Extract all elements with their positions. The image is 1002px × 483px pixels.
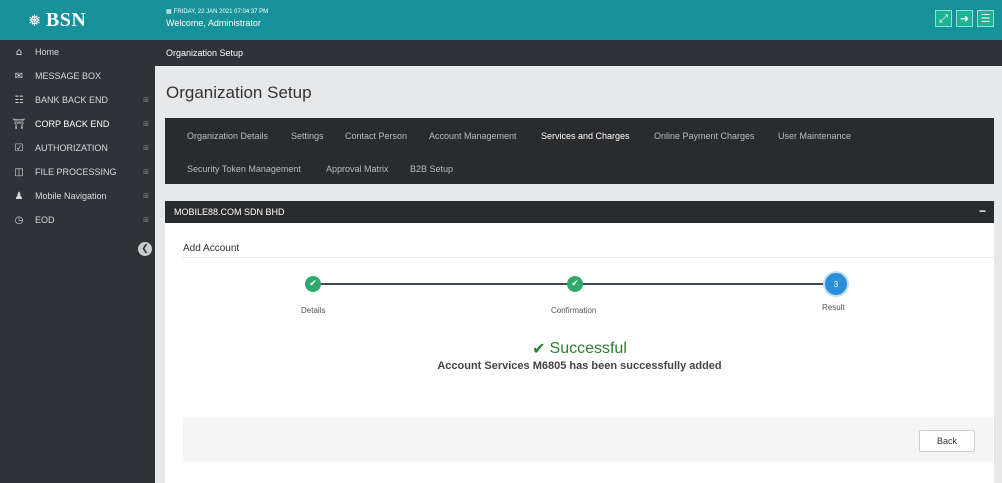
tab-account-management[interactable]: Account Management xyxy=(429,131,517,141)
success-title: Successful xyxy=(549,339,627,357)
step-label-confirmation: Confirmation xyxy=(551,306,597,315)
top-info: ▦ FRIDAY, 22 JAN 2021 07:04:37 PM Welcome… xyxy=(166,8,268,29)
step-result-indicator: 3 xyxy=(823,271,849,297)
tab-bar: Organization Details Settings Contact Pe… xyxy=(165,118,994,184)
check-icon: ✔ xyxy=(532,339,546,358)
tab-user-maintenance[interactable]: User Maintenance xyxy=(778,131,851,141)
panel-header: MOBILE88.COM SDN BHD − xyxy=(165,201,994,223)
sidebar-item-eod[interactable]: ◷ EOD ⊞ xyxy=(0,208,155,232)
step-confirmation-check-icon: ✔ xyxy=(567,276,583,292)
section-title: Add Account xyxy=(183,243,240,254)
sidebar-item-label: CORP BACK END xyxy=(35,119,110,129)
sidebar-item-message-box[interactable]: ✉ MESSAGE BOX xyxy=(0,64,155,88)
home-icon: ⌂ xyxy=(15,46,23,58)
expand-plus-icon[interactable]: ⊞ xyxy=(143,216,149,224)
tab-security-token-management[interactable]: Security Token Management xyxy=(187,164,301,174)
sidebar-item-bank-back-end[interactable]: ☷ BANK BACK END ⊞ xyxy=(0,88,155,112)
users-icon: ♟ xyxy=(14,190,24,202)
expand-icon[interactable]: ⤢ xyxy=(935,10,952,27)
tab-b2b-setup[interactable]: B2B Setup xyxy=(410,164,453,174)
sidebar-item-label: FILE PROCESSING xyxy=(35,167,117,177)
tab-approval-matrix[interactable]: Approval Matrix xyxy=(326,164,389,174)
sidebar-item-label: Home xyxy=(35,47,60,57)
clock-icon: ◷ xyxy=(14,214,24,226)
sidebar-item-label: EOD xyxy=(35,215,55,225)
menu-icon[interactable]: ☰ xyxy=(977,10,994,27)
company-name: MOBILE88.COM SDN BHD xyxy=(174,207,285,217)
sidebar-item-label: AUTHORIZATION xyxy=(35,143,108,153)
sidebar-item-file-processing[interactable]: ◫ FILE PROCESSING ⊞ xyxy=(0,160,155,184)
expand-plus-icon[interactable]: ⊞ xyxy=(143,96,149,104)
tab-settings[interactable]: Settings xyxy=(291,131,324,141)
collapse-panel-icon[interactable]: − xyxy=(979,204,986,218)
sidebar-item-label: MESSAGE BOX xyxy=(35,71,102,81)
date-text: FRIDAY, 22 JAN 2021 07:04:37 PM xyxy=(173,9,269,15)
sidebar: ⌂ Home ✉ MESSAGE BOX ☷ BANK BACK END ⊞ ⛩… xyxy=(0,40,155,483)
step-label-details: Details xyxy=(301,306,326,315)
sidebar-collapse-icon[interactable]: ❮ xyxy=(138,242,152,256)
top-icons: ⤢ ➜ ☰ xyxy=(935,10,994,27)
section-divider xyxy=(183,257,993,258)
sidebar-item-mobile-navigation[interactable]: ♟ Mobile Navigation ⊞ xyxy=(0,184,155,208)
sidebar-item-authorization[interactable]: ☑ AUTHORIZATION ⊞ xyxy=(0,136,155,160)
expand-plus-icon[interactable]: ⊞ xyxy=(143,192,149,200)
tab-contact-person[interactable]: Contact Person xyxy=(345,131,407,141)
sidebar-item-home[interactable]: ⌂ Home xyxy=(0,40,155,64)
panel-body: Add Account ✔ ✔ 3 Details Confirmation R… xyxy=(165,223,994,483)
calendar-icon: ▦ xyxy=(166,9,172,15)
success-message-block: ✔ Successful Account Services M6805 has … xyxy=(165,339,994,372)
page-title: Organization Setup xyxy=(166,83,312,102)
logo-text: BSN xyxy=(45,8,87,31)
success-heading: ✔ Successful xyxy=(532,339,627,358)
date-line: ▦ FRIDAY, 22 JAN 2021 07:04:37 PM xyxy=(166,8,268,16)
checkbox-icon: ☑ xyxy=(14,142,24,154)
bsn-logo-icon: ❅ xyxy=(28,10,42,30)
folder-open-icon: ◫ xyxy=(14,166,24,178)
bank-icon: ⛩ xyxy=(12,118,26,130)
main-content: Organization Setup Organization Details … xyxy=(155,66,1002,483)
logout-icon[interactable]: ➜ xyxy=(956,10,973,27)
expand-plus-icon[interactable]: ⊞ xyxy=(143,144,149,152)
step-label-result: Result xyxy=(822,303,845,312)
bsn-logo[interactable]: ❅ BSN xyxy=(0,0,155,40)
sidebar-item-label: BANK BACK END xyxy=(35,95,109,105)
welcome-text: Welcome, Administrator xyxy=(166,18,261,28)
expand-plus-icon[interactable]: ⊞ xyxy=(143,120,149,128)
form-footer: Back xyxy=(183,418,993,462)
top-bar: ❅ BSN ▦ FRIDAY, 22 JAN 2021 07:04:37 PM W… xyxy=(0,0,1002,40)
expand-plus-icon[interactable]: ⊞ xyxy=(143,168,149,176)
success-detail: Account Services M6805 has been successf… xyxy=(437,360,722,372)
breadcrumb: Organization Setup xyxy=(155,40,1002,66)
tab-services-and-charges[interactable]: Services and Charges xyxy=(541,131,630,141)
tab-organization-details[interactable]: Organization Details xyxy=(187,131,268,141)
tab-online-payment-charges[interactable]: Online Payment Charges xyxy=(654,131,755,141)
sitemap-icon: ☷ xyxy=(14,94,24,106)
sidebar-item-label: Mobile Navigation xyxy=(35,191,107,201)
envelope-icon: ✉ xyxy=(14,70,24,82)
back-button[interactable]: Back xyxy=(919,430,975,452)
sidebar-item-corp-back-end[interactable]: ⛩ CORP BACK END ⊞ xyxy=(0,112,155,136)
step-details-check-icon: ✔ xyxy=(305,276,321,292)
